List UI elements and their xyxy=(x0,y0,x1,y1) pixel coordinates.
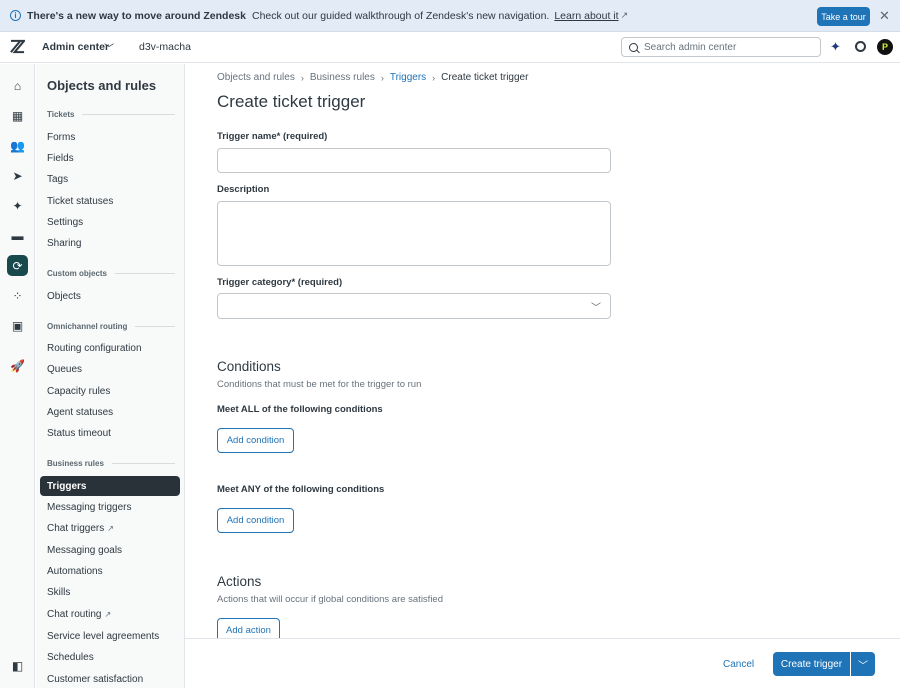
trigger-category-select[interactable]: ﹀ xyxy=(217,293,611,319)
chevron-right-icon: › xyxy=(432,72,436,83)
announcement-banner: i There's a new way to move around Zende… xyxy=(0,0,900,32)
breadcrumb-current: Create ticket trigger xyxy=(441,72,529,83)
ai-sparkle-icon[interactable]: ✦ xyxy=(830,39,841,55)
actions-hint: Actions that will occur if global condit… xyxy=(217,594,444,605)
nav-title: Objects and rules xyxy=(47,78,157,93)
breadcrumb-business-rules[interactable]: Business rules xyxy=(310,72,375,83)
product-switcher[interactable]: Admin center xyxy=(42,41,109,53)
nav-section-business-rules: Business rules xyxy=(47,459,175,468)
trigger-category-label: Trigger category* (required) xyxy=(217,277,343,288)
secondary-nav: Objects and rules Tickets Forms Fields T… xyxy=(36,64,185,688)
nav-section-custom-objects: Custom objects xyxy=(47,269,175,278)
nav-item-queues[interactable]: Queues xyxy=(47,364,82,375)
trigger-name-input[interactable] xyxy=(217,148,611,173)
close-icon[interactable]: ✕ xyxy=(879,8,890,24)
take-tour-button[interactable]: Take a tour xyxy=(817,7,870,26)
all-conditions-label: Meet ALL of the following conditions xyxy=(217,404,383,415)
add-all-condition-button[interactable]: Add condition xyxy=(217,428,294,453)
conditions-heading: Conditions xyxy=(217,359,281,374)
create-options-button[interactable]: ﹀ xyxy=(851,652,875,676)
create-trigger-button[interactable]: Create trigger xyxy=(773,652,850,676)
info-icon: i xyxy=(10,10,21,21)
instance-name: d3v-macha xyxy=(139,41,191,53)
rocket-icon[interactable]: 🚀 xyxy=(10,359,25,373)
nav-item-agent-statuses[interactable]: Agent statuses xyxy=(47,407,113,418)
icon-rail: ⌂ ▦ 👥 ➤ ✦ ▬ ⟳ ⁘ ▣ 🚀 ◧ xyxy=(0,64,35,688)
nav-item-messaging-triggers[interactable]: Messaging triggers xyxy=(47,502,131,513)
channels-icon[interactable]: ➤ xyxy=(11,169,24,183)
banner-text: Check out our guided walkthrough of Zend… xyxy=(251,9,550,22)
learn-more-link[interactable]: Learn about it xyxy=(554,10,618,22)
ai-sparkle-icon[interactable]: ✦ xyxy=(11,199,24,213)
banner-title: There's a new way to move around Zendesk xyxy=(27,9,246,22)
nav-section-tickets: Tickets xyxy=(47,110,175,119)
nav-item-customer-satisfaction[interactable]: Customer satisfaction xyxy=(47,674,143,685)
search-input[interactable]: Search admin center xyxy=(621,37,821,57)
nav-item-routing-configuration[interactable]: Routing configuration xyxy=(47,343,142,354)
page-title: Create ticket trigger xyxy=(217,92,366,111)
breadcrumb: Objects and rules › Business rules › Tri… xyxy=(217,72,528,83)
nav-item-schedules[interactable]: Schedules xyxy=(47,652,94,663)
conditions-hint: Conditions that must be met for the trig… xyxy=(217,379,422,390)
nav-item-status-timeout[interactable]: Status timeout xyxy=(47,428,111,439)
nav-item-chat-routing[interactable]: Chat routing ↗ xyxy=(47,609,111,620)
top-header: Admin center ﹀ d3v-macha Search admin ce… xyxy=(0,32,900,63)
chevron-down-icon: ﹀ xyxy=(591,303,601,314)
nav-item-settings[interactable]: Settings xyxy=(47,217,83,228)
nav-item-skills[interactable]: Skills xyxy=(47,587,70,598)
nav-item-automations[interactable]: Automations xyxy=(47,566,103,577)
nav-item-capacity-rules[interactable]: Capacity rules xyxy=(47,386,110,397)
apps-icon[interactable] xyxy=(855,41,866,52)
nav-item-sharing[interactable]: Sharing xyxy=(47,238,81,249)
description-label: Description xyxy=(217,184,270,195)
collapse-sidebar-icon[interactable]: ◧ xyxy=(11,659,24,673)
chevron-right-icon: › xyxy=(300,72,304,83)
action-footer: Cancel Create trigger ﹀ xyxy=(185,638,900,688)
people-icon[interactable]: 👥 xyxy=(10,139,25,153)
apps-icon[interactable]: ⁘ xyxy=(11,289,24,303)
nav-section-omnichannel: Omnichannel routing xyxy=(47,322,175,331)
external-link-icon: ↗ xyxy=(104,610,112,619)
nav-item-chat-triggers[interactable]: Chat triggers ↗ xyxy=(47,523,114,534)
main-content: Objects and rules › Business rules › Tri… xyxy=(185,64,900,643)
chevron-down-icon[interactable]: ﹀ xyxy=(104,40,114,55)
avatar[interactable]: P xyxy=(877,39,893,55)
home-icon[interactable]: ⌂ xyxy=(11,79,24,93)
account-icon[interactable]: ▣ xyxy=(11,319,24,333)
objects-rules-icon[interactable]: ⟳ xyxy=(7,255,28,276)
external-link-icon: ↗ xyxy=(620,10,629,20)
search-placeholder: Search admin center xyxy=(644,41,737,53)
cancel-button[interactable]: Cancel xyxy=(723,659,754,670)
nav-item-triggers[interactable]: Triggers xyxy=(40,476,180,496)
building-icon[interactable]: ▦ xyxy=(11,109,24,123)
breadcrumb-triggers[interactable]: Triggers xyxy=(390,72,426,83)
trigger-name-label: Trigger name* (required) xyxy=(217,131,328,142)
nav-item-forms[interactable]: Forms xyxy=(47,132,75,143)
external-link-icon: ↗ xyxy=(107,524,114,533)
chevron-right-icon: › xyxy=(380,72,384,83)
nav-item-sla[interactable]: Service level agreements xyxy=(47,631,159,642)
description-textarea[interactable] xyxy=(217,201,611,266)
breadcrumb-objects-rules[interactable]: Objects and rules xyxy=(217,72,295,83)
nav-item-objects[interactable]: Objects xyxy=(47,291,81,302)
workspaces-icon[interactable]: ▬ xyxy=(11,229,24,243)
nav-item-ticket-statuses[interactable]: Ticket statuses xyxy=(47,196,113,207)
zendesk-logo-icon[interactable] xyxy=(10,39,25,54)
any-conditions-label: Meet ANY of the following conditions xyxy=(217,484,385,495)
add-any-condition-button[interactable]: Add condition xyxy=(217,508,294,533)
chevron-down-icon: ﹀ xyxy=(858,660,868,672)
nav-item-fields[interactable]: Fields xyxy=(47,153,74,164)
nav-item-messaging-goals[interactable]: Messaging goals xyxy=(47,545,122,556)
actions-heading: Actions xyxy=(217,574,262,589)
search-icon xyxy=(629,42,638,52)
nav-item-tags[interactable]: Tags xyxy=(47,174,68,185)
